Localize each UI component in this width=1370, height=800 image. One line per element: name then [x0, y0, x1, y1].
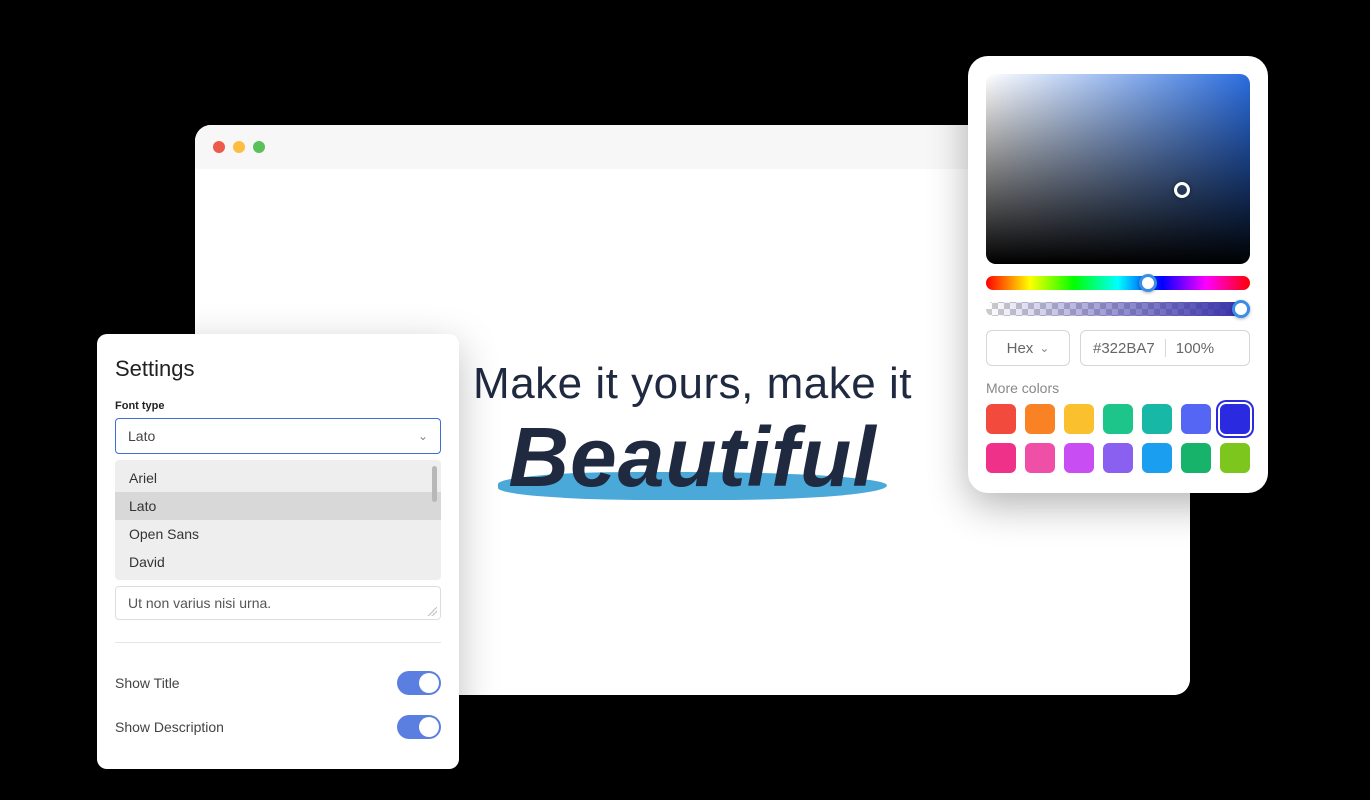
more-colors-label: More colors [986, 380, 1250, 396]
traffic-light-close[interactable] [213, 141, 225, 153]
saturation-lightness-area[interactable] [986, 74, 1250, 264]
settings-title: Settings [115, 356, 441, 382]
color-inputs-row: Hex ⌄ #322BA7 100% [986, 330, 1250, 366]
settings-panel: Settings Font type Lato ⌄ Ariel Lato Ope… [97, 334, 459, 769]
color-swatch-2[interactable] [1064, 404, 1094, 434]
color-swatch-7[interactable] [986, 443, 1016, 473]
textarea-value: Ut non varius nisi urna. [128, 595, 271, 611]
color-swatch-12[interactable] [1181, 443, 1211, 473]
show-title-toggle[interactable] [397, 671, 441, 695]
hero-text-bottom-wrap: Beautiful [508, 409, 876, 506]
color-swatch-9[interactable] [1064, 443, 1094, 473]
toggle-knob [419, 673, 439, 693]
chevron-down-icon: ⌄ [418, 429, 428, 443]
font-option-lato[interactable]: Lato [115, 492, 441, 520]
color-picker-panel: Hex ⌄ #322BA7 100% More colors [968, 56, 1268, 493]
font-type-select[interactable]: Lato ⌄ [115, 418, 441, 454]
font-option-david[interactable]: David [115, 548, 441, 576]
swatch-grid [986, 404, 1250, 473]
hue-thumb[interactable] [1139, 274, 1157, 292]
gradient-cursor[interactable] [1174, 182, 1190, 198]
show-description-label: Show Description [115, 719, 224, 735]
color-swatch-10[interactable] [1103, 443, 1133, 473]
color-swatch-3[interactable] [1103, 404, 1133, 434]
show-description-row: Show Description [115, 705, 441, 749]
color-swatch-8[interactable] [1025, 443, 1055, 473]
description-textarea[interactable]: Ut non varius nisi urna. [115, 586, 441, 620]
alpha-slider[interactable] [986, 302, 1250, 316]
hue-slider[interactable] [986, 276, 1250, 290]
color-swatch-1[interactable] [1025, 404, 1055, 434]
opacity-value: 100% [1176, 340, 1214, 357]
color-swatch-0[interactable] [986, 404, 1016, 434]
color-swatch-5[interactable] [1181, 404, 1211, 434]
font-type-label: Font type [115, 400, 441, 412]
hero-text-top: Make it yours, make it [473, 359, 912, 409]
color-swatch-13[interactable] [1220, 443, 1250, 473]
show-title-row: Show Title [115, 661, 441, 705]
traffic-light-minimize[interactable] [233, 141, 245, 153]
font-option-opensans[interactable]: Open Sans [115, 520, 441, 548]
color-format-value: Hex [1007, 340, 1034, 357]
hero-text-bottom: Beautiful [508, 409, 876, 506]
alpha-thumb[interactable] [1232, 300, 1250, 318]
show-description-toggle[interactable] [397, 715, 441, 739]
divider [115, 642, 441, 643]
font-options-dropdown: Ariel Lato Open Sans David [115, 460, 441, 580]
resize-grip-icon[interactable] [427, 606, 437, 616]
input-separator [1165, 339, 1166, 357]
color-swatch-6[interactable] [1220, 404, 1250, 434]
color-swatch-11[interactable] [1142, 443, 1172, 473]
font-type-selected-value: Lato [128, 428, 155, 444]
hex-input[interactable]: #322BA7 100% [1080, 330, 1250, 366]
dropdown-scrollbar[interactable] [432, 466, 437, 502]
toggle-knob [419, 717, 439, 737]
color-format-select[interactable]: Hex ⌄ [986, 330, 1070, 366]
color-swatch-4[interactable] [1142, 404, 1172, 434]
chevron-down-icon: ⌄ [1039, 341, 1049, 355]
show-title-label: Show Title [115, 675, 180, 691]
hex-value: #322BA7 [1093, 340, 1155, 357]
traffic-light-maximize[interactable] [253, 141, 265, 153]
font-option-ariel[interactable]: Ariel [115, 464, 441, 492]
